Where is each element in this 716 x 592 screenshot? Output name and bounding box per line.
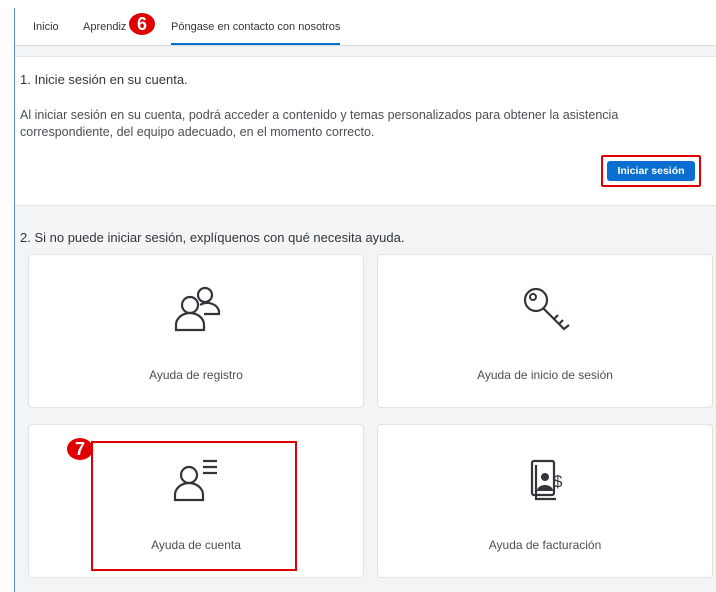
tab-contacto[interactable]: Póngase en contacto con nosotros bbox=[171, 21, 341, 45]
key-icon bbox=[523, 287, 570, 331]
card-label: Ayuda de cuenta bbox=[151, 538, 241, 552]
page-frame: Inicio Aprendiz Póngase en contacto con … bbox=[14, 8, 716, 592]
card-label: Ayuda de registro bbox=[149, 368, 243, 382]
help-section-title: 2. Si no puede iniciar sesión, explíquen… bbox=[20, 230, 405, 245]
card-registration-help[interactable]: Ayuda de registro bbox=[28, 254, 364, 408]
login-section-description: Al iniciar sesión en su cuenta, podrá ac… bbox=[20, 108, 619, 139]
login-highlight-outline: Iniciar sesión bbox=[601, 155, 701, 187]
login-button[interactable]: Iniciar sesión bbox=[607, 161, 695, 181]
account-list-icon bbox=[173, 459, 217, 502]
card-label: Ayuda de inicio de sesión bbox=[477, 368, 613, 382]
login-section: 1. Inicie sesión en su cuenta. Al inicia… bbox=[15, 56, 716, 206]
card-login-help[interactable]: Ayuda de inicio de sesión bbox=[377, 254, 713, 408]
users-icon bbox=[174, 286, 221, 332]
tab-bar: Inicio Aprendiz Póngase en contacto con … bbox=[15, 8, 716, 46]
billing-document-icon: $ bbox=[530, 459, 563, 501]
step-marker-7: 7 bbox=[67, 438, 93, 460]
tab-aprendizaje[interactable]: Aprendiz bbox=[83, 21, 126, 33]
step-marker-6: 6 bbox=[129, 13, 155, 35]
tab-inicio[interactable]: Inicio bbox=[33, 21, 59, 33]
card-label: Ayuda de facturación bbox=[488, 538, 602, 552]
card-billing-help[interactable]: $ Ayuda de facturación bbox=[377, 424, 713, 578]
login-section-title: 1. Inicie sesión en su cuenta. bbox=[20, 72, 188, 87]
svg-text:$: $ bbox=[553, 472, 563, 491]
